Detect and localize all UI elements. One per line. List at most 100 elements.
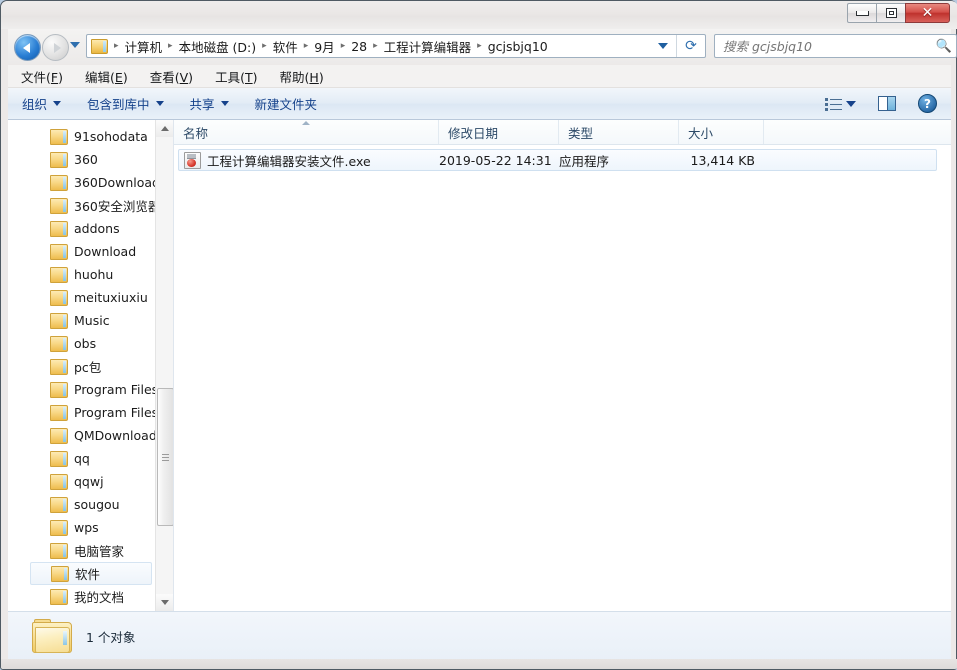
- breadcrumb-item-1[interactable]: 本地磁盘 (D:): [177, 37, 259, 56]
- refresh-icon[interactable]: ⟳: [676, 35, 705, 57]
- tree-item[interactable]: sougou: [8, 493, 156, 516]
- address-input[interactable]: ▸ 计算机 ▸ 本地磁盘 (D:) ▸ 软件 ▸ 9月 ▸ 28 ▸ 工程计算编…: [86, 34, 706, 58]
- scroll-down-arrow-icon: [160, 600, 169, 605]
- menu-file[interactable]: 文件(F): [21, 67, 63, 86]
- scrollbar-thumb[interactable]: [157, 388, 173, 526]
- navigation-pane: 91sohodata 360 360Downloads 360安全浏览器 addons D…: [8, 120, 174, 611]
- tree-item-label: 软件: [75, 567, 101, 582]
- search-icon[interactable]: 🔍: [932, 39, 956, 54]
- tree-item-label: Program Files: [74, 405, 159, 420]
- new-folder-button[interactable]: 新建文件夹: [255, 94, 318, 113]
- tree-item[interactable]: 360安全浏览器: [8, 194, 160, 217]
- share-button[interactable]: 共享: [190, 94, 229, 113]
- tree-item[interactable]: Download: [8, 240, 156, 263]
- navigation-pane-scrollbar[interactable]: [155, 120, 173, 611]
- file-size-cell: 13,414 KB: [690, 152, 755, 168]
- tree-item[interactable]: 电脑管家: [8, 539, 156, 562]
- command-bar-right: ?: [825, 94, 951, 113]
- folder-icon: [50, 450, 68, 467]
- folder-icon: [50, 519, 68, 536]
- column-header-date[interactable]: 修改日期: [439, 120, 559, 144]
- back-button[interactable]: [14, 34, 41, 61]
- include-in-library-label: 包含到库中: [87, 97, 150, 112]
- tree-item[interactable]: qq: [8, 447, 156, 470]
- folder-icon: [50, 588, 68, 605]
- tree-item[interactable]: pc包: [8, 355, 156, 378]
- tree-item-label: qq: [74, 451, 90, 466]
- maximize-button[interactable]: [876, 3, 905, 23]
- tree-item[interactable]: wps: [8, 516, 156, 539]
- maximize-icon: [885, 8, 897, 18]
- breadcrumb-separator: ▸: [262, 41, 267, 51]
- menu-edit-accel: E: [114, 69, 123, 85]
- column-header-name[interactable]: 名称: [174, 120, 439, 144]
- folder-icon: [50, 404, 68, 421]
- tree-item[interactable]: qqwj: [8, 470, 156, 493]
- tree-item[interactable]: meituxiuxiu: [8, 286, 156, 309]
- menu-help[interactable]: 帮助(H): [280, 67, 324, 86]
- command-bar: 组织 包含到库中 共享 新建文件夹 ?: [8, 88, 951, 120]
- explorer-window: ✕ ▸ 计算机 ▸ 本地磁盘 (D:) ▸ 软件 ▸ 9月 ▸ 28 ▸ 工程计…: [0, 0, 957, 670]
- tree-item-label: 360: [74, 152, 98, 167]
- search-input[interactable]: [715, 37, 932, 55]
- file-name-cell: 工程计算编辑器安装文件.exe: [179, 151, 439, 170]
- column-header-name-label: 名称: [183, 125, 209, 141]
- recent-locations-icon[interactable]: [70, 42, 80, 48]
- tree-item[interactable]: 360: [8, 148, 156, 171]
- breadcrumb-item-6[interactable]: gcjsbjq10: [486, 39, 550, 54]
- tree-item[interactable]: addons: [8, 217, 156, 240]
- menu-tools-accel: T: [244, 69, 253, 85]
- new-folder-label: 新建文件夹: [254, 97, 318, 112]
- breadcrumb-separator: ▸: [340, 41, 346, 51]
- folder-icon: [50, 427, 68, 444]
- folder-icon: [50, 151, 68, 168]
- preview-pane-icon[interactable]: [878, 96, 896, 111]
- breadcrumb-item-4[interactable]: 28: [349, 39, 369, 54]
- column-header-type[interactable]: 类型: [559, 120, 679, 144]
- tree-item[interactable]: 我的文档: [8, 585, 156, 608]
- column-headers: 名称 修改日期 类型 大小: [174, 120, 951, 145]
- tree-item[interactable]: 360Downloads: [8, 171, 167, 194]
- search-box[interactable]: 🔍: [714, 34, 957, 58]
- folder-icon: [50, 220, 68, 237]
- folder-icon: [50, 197, 68, 214]
- address-dropdown-icon[interactable]: [658, 43, 668, 49]
- table-row[interactable]: 工程计算编辑器安装文件.exe 2019-05-22 14:31 应用程序 13,41…: [178, 149, 937, 171]
- scroll-up-button[interactable]: [156, 120, 173, 137]
- tree-item[interactable]: 91sohodata: [8, 125, 156, 148]
- chevron-down-icon[interactable]: [846, 100, 856, 107]
- breadcrumb-item-5[interactable]: 工程计算编辑器: [382, 37, 474, 56]
- window-controls: ✕: [847, 3, 950, 25]
- help-icon[interactable]: ?: [918, 94, 937, 113]
- tree-item-label: sougou: [74, 497, 120, 512]
- folder-icon: [50, 358, 68, 375]
- tree-item[interactable]: 软件: [30, 562, 152, 585]
- menu-edit[interactable]: 编辑(E): [85, 67, 128, 86]
- breadcrumb-item-0[interactable]: 计算机: [123, 37, 165, 56]
- menu-view[interactable]: 查看(V): [150, 67, 193, 86]
- tree-item[interactable]: Program Files: [8, 401, 159, 424]
- scroll-down-button[interactable]: [156, 594, 173, 611]
- tree-item[interactable]: Program Files: [8, 378, 158, 401]
- menu-tools[interactable]: 工具(T): [215, 67, 257, 86]
- tree-item-label: huohu: [74, 267, 114, 282]
- forward-button[interactable]: [42, 34, 69, 61]
- tree-item[interactable]: obs: [8, 332, 156, 355]
- minimize-button[interactable]: [847, 3, 876, 23]
- tree-item-label: pc包: [74, 360, 102, 375]
- include-in-library-button[interactable]: 包含到库中: [87, 94, 164, 113]
- column-header-size-label: 大小: [688, 125, 714, 141]
- tree-item[interactable]: huohu: [8, 263, 156, 286]
- close-button[interactable]: ✕: [905, 3, 950, 23]
- tree-item-label: 91sohodata: [74, 129, 148, 144]
- menu-view-label: 查看: [149, 69, 175, 85]
- organize-button[interactable]: 组织: [22, 94, 62, 113]
- tree-item[interactable]: QMDownload: [8, 424, 157, 447]
- list-view-icon[interactable]: [825, 97, 842, 111]
- title-bar: ✕: [1, 1, 957, 29]
- column-header-size[interactable]: 大小: [679, 120, 764, 144]
- breadcrumb-item-2[interactable]: 软件: [271, 37, 300, 56]
- tree-item[interactable]: Music: [8, 309, 156, 332]
- breadcrumb-item-3[interactable]: 9月: [312, 37, 336, 56]
- status-bar: 1 个对象: [8, 611, 951, 660]
